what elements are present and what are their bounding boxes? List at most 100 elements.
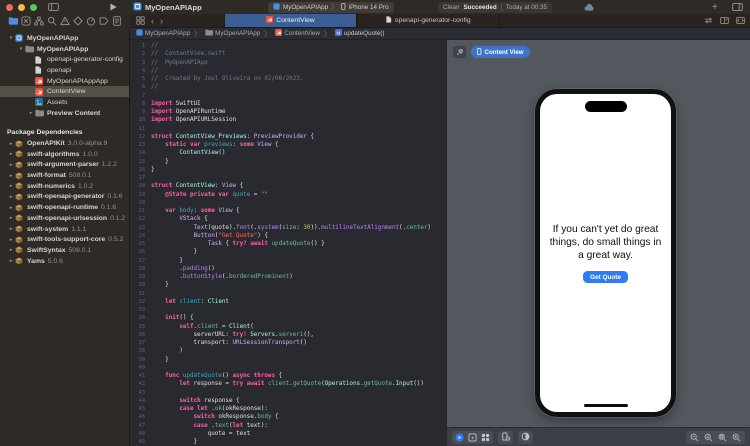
disclosure-triangle-icon[interactable]: ▸ bbox=[7, 141, 15, 147]
disclosure-triangle-icon[interactable]: ▸ bbox=[7, 205, 15, 211]
code-line[interactable]: 48 quote = text bbox=[130, 430, 447, 438]
code-line[interactable]: 27 } bbox=[130, 257, 447, 265]
report-navigator-icon[interactable] bbox=[112, 16, 122, 26]
code-line[interactable]: 45 case let .ok(okResponse): bbox=[130, 405, 447, 413]
disclosure-triangle-icon[interactable]: ▾ bbox=[17, 46, 25, 52]
code-line[interactable]: 3 // MyOpenAPIApp bbox=[130, 59, 447, 67]
live-preview-icon[interactable] bbox=[455, 432, 464, 442]
code-line[interactable]: 1 // bbox=[130, 42, 447, 50]
zoom-actual-size-icon[interactable] bbox=[704, 433, 713, 442]
code-line[interactable]: 34 init() { bbox=[130, 314, 447, 322]
disclosure-triangle-icon[interactable]: ▸ bbox=[7, 226, 15, 232]
source-control-navigator-icon[interactable] bbox=[21, 16, 31, 26]
file-row[interactable]: ▸ Preview Content bbox=[0, 108, 129, 119]
swap-editors-icon[interactable] bbox=[704, 17, 713, 24]
package-row[interactable]: ▸ swift-algorithms 1.0.0 bbox=[0, 149, 129, 160]
code-line[interactable]: 18 struct ContentView: View { bbox=[130, 182, 447, 190]
breakpoint-navigator-icon[interactable] bbox=[99, 16, 109, 26]
code-line[interactable]: 40 bbox=[130, 364, 447, 372]
code-line[interactable]: 30 } bbox=[130, 281, 447, 289]
pin-preview-button[interactable] bbox=[453, 46, 466, 58]
symbol-navigator-icon[interactable] bbox=[34, 16, 44, 26]
scheme-selector[interactable]: MyOpenAPIApp 〉 iPhone 14 Pro bbox=[268, 2, 394, 13]
package-row[interactable]: ▸ SwiftSyntax 508.0.1 bbox=[0, 245, 129, 256]
code-line[interactable]: 29 .buttonStyle(.borderedProminent) bbox=[130, 273, 447, 281]
code-line[interactable]: 22 VStack { bbox=[130, 215, 447, 223]
code-line[interactable]: 19 @State private var quote = "" bbox=[130, 191, 447, 199]
package-row[interactable]: ▸ swift-openapi-urlsession 0.1.2 bbox=[0, 213, 129, 224]
file-row[interactable]: Assets bbox=[0, 97, 129, 108]
tab-openapi-generator-config[interactable]: openapi-generator-config bbox=[357, 14, 500, 27]
activity-status[interactable]: Clean Succeeded Today at 00:35 bbox=[438, 2, 553, 13]
focus-editor-icon[interactable] bbox=[736, 17, 745, 24]
get-quote-button[interactable]: Get Quote bbox=[583, 271, 628, 284]
jump-bar-item[interactable]: MyOpenAPIApp bbox=[205, 29, 260, 38]
jump-bar-item[interactable]: M updateQuote() bbox=[334, 29, 385, 38]
code-line[interactable]: 37 transport: URLSessionTransport() bbox=[130, 339, 447, 347]
close-window-button[interactable] bbox=[6, 3, 13, 11]
disclosure-triangle-icon[interactable]: ▸ bbox=[7, 247, 15, 253]
disclosure-triangle-icon[interactable]: ▸ bbox=[7, 194, 15, 200]
package-row[interactable]: ▸ swift-tools-support-core 0.5.2 bbox=[0, 234, 129, 245]
tab-contentview[interactable]: ContentView bbox=[224, 14, 357, 27]
back-icon[interactable]: ‹ bbox=[151, 16, 154, 26]
package-row[interactable]: ▸ Yams 5.0.6 bbox=[0, 256, 129, 267]
project-navigator-icon[interactable] bbox=[8, 16, 18, 26]
code-line[interactable]: 12 struct ContentView_Previews: PreviewPr… bbox=[130, 133, 447, 141]
disclosure-triangle-icon[interactable]: ▸ bbox=[7, 151, 15, 157]
package-row[interactable]: ▸ OpenAPIKit 3.0.0-alpha.9 bbox=[0, 138, 129, 149]
package-row[interactable]: ▸ swift-system 1.1.1 bbox=[0, 224, 129, 235]
cloud-icon[interactable] bbox=[584, 0, 595, 14]
disclosure-triangle-icon[interactable]: ▸ bbox=[7, 237, 15, 243]
minimize-window-button[interactable] bbox=[18, 3, 25, 11]
code-line[interactable]: 6 // bbox=[130, 83, 447, 91]
jump-bar-item[interactable]: ContentView bbox=[275, 29, 320, 38]
disclosure-triangle-icon[interactable]: ▸ bbox=[27, 110, 35, 116]
code-line[interactable]: 39 } bbox=[130, 356, 447, 364]
find-navigator-icon[interactable] bbox=[47, 16, 57, 26]
variants-icon[interactable] bbox=[481, 433, 490, 442]
code-line[interactable]: 33 bbox=[130, 306, 447, 314]
debug-navigator-icon[interactable] bbox=[86, 16, 96, 26]
code-line[interactable]: 23 Text(quote).font(.system(size: 30)).m… bbox=[130, 224, 447, 232]
color-scheme-button[interactable] bbox=[518, 430, 533, 444]
zoom-window-button[interactable] bbox=[30, 3, 37, 11]
run-button[interactable] bbox=[110, 0, 117, 14]
zoom-fit-icon[interactable] bbox=[718, 433, 727, 442]
disclosure-triangle-icon[interactable]: ▸ bbox=[7, 162, 15, 168]
code-line[interactable]: 49 } bbox=[130, 438, 447, 446]
code-line[interactable]: 43 bbox=[130, 389, 447, 397]
disclosure-triangle-icon[interactable]: ▸ bbox=[7, 183, 15, 189]
plus-icon[interactable]: + bbox=[712, 0, 718, 14]
package-row[interactable]: ▸ swift-openapi-generator 0.1.6 bbox=[0, 192, 129, 203]
code-line[interactable]: 4 // bbox=[130, 67, 447, 75]
code-line[interactable]: 13 static var previews: some View { bbox=[130, 141, 447, 149]
disclosure-triangle-icon[interactable]: ▸ bbox=[7, 258, 15, 264]
disclosure-triangle-icon[interactable]: ▸ bbox=[7, 173, 15, 179]
file-row[interactable]: ▾ MyOpenAPIApp bbox=[0, 33, 129, 44]
code-line[interactable]: 8 import SwiftUI bbox=[130, 100, 447, 108]
package-row[interactable]: ▸ swift-argument-parser 1.2.2 bbox=[0, 160, 129, 171]
code-line[interactable]: 2 // ContentView.swift bbox=[130, 50, 447, 58]
code-line[interactable]: 20 bbox=[130, 199, 447, 207]
code-line[interactable]: 47 case .text(let text): bbox=[130, 422, 447, 430]
package-row[interactable]: ▸ swift-format 508.0.1 bbox=[0, 170, 129, 181]
code-line[interactable]: 26 } bbox=[130, 248, 447, 256]
code-line[interactable]: 10 import OpenAPIURLSession bbox=[130, 116, 447, 124]
code-line[interactable]: 7 bbox=[130, 92, 447, 100]
code-line[interactable]: 32 let client: Client bbox=[130, 298, 447, 306]
code-line[interactable]: 5 // Created by Joel Oliveira on 02/08/20… bbox=[130, 75, 447, 83]
code-line[interactable]: 41 func updateQuote() async throws { bbox=[130, 372, 447, 380]
issue-navigator-icon[interactable] bbox=[60, 16, 70, 26]
sidebar-toggle-icon[interactable] bbox=[48, 0, 59, 14]
code-line[interactable]: 44 switch response { bbox=[130, 397, 447, 405]
code-line[interactable]: 15 } bbox=[130, 158, 447, 166]
code-line[interactable]: 11 bbox=[130, 125, 447, 133]
editor-layout-icon[interactable] bbox=[732, 0, 743, 14]
device-settings-button[interactable] bbox=[498, 430, 513, 444]
preview-name-pill[interactable]: Content View bbox=[471, 46, 530, 58]
add-editor-icon[interactable] bbox=[720, 17, 729, 24]
file-row[interactable]: openapi-generator-config bbox=[0, 54, 129, 65]
code-line[interactable]: 46 switch okResponse.body { bbox=[130, 413, 447, 421]
code-line[interactable]: 21 var body: some View { bbox=[130, 207, 447, 215]
